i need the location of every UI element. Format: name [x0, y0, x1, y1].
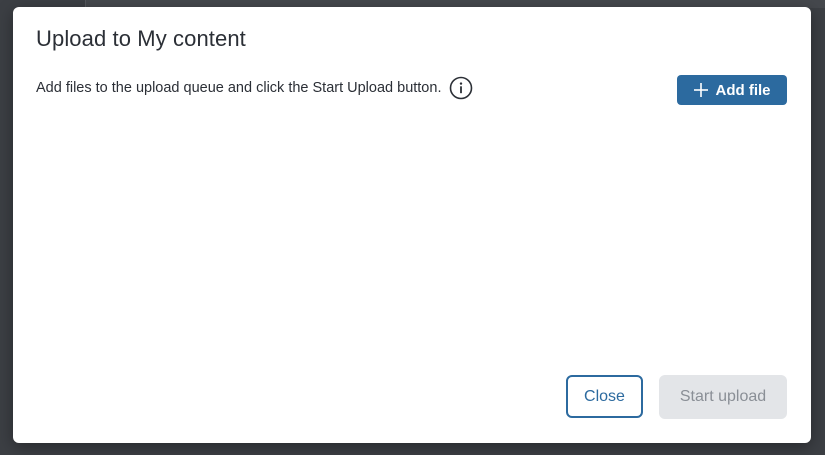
upload-dialog: Upload to My content Add files to the up… — [13, 7, 811, 443]
close-button[interactable]: Close — [566, 375, 643, 418]
instructions-row: Add files to the upload queue and click … — [36, 76, 473, 100]
add-file-label: Add file — [715, 81, 771, 99]
add-file-button[interactable]: Add file — [677, 75, 787, 105]
dialog-title: Upload to My content — [36, 26, 246, 51]
start-upload-button[interactable]: Start upload — [659, 375, 787, 419]
upload-queue — [36, 117, 788, 357]
instructions-text: Add files to the upload queue and click … — [36, 80, 442, 96]
info-circle-icon[interactable] — [449, 76, 473, 100]
plus-icon — [693, 83, 708, 97]
